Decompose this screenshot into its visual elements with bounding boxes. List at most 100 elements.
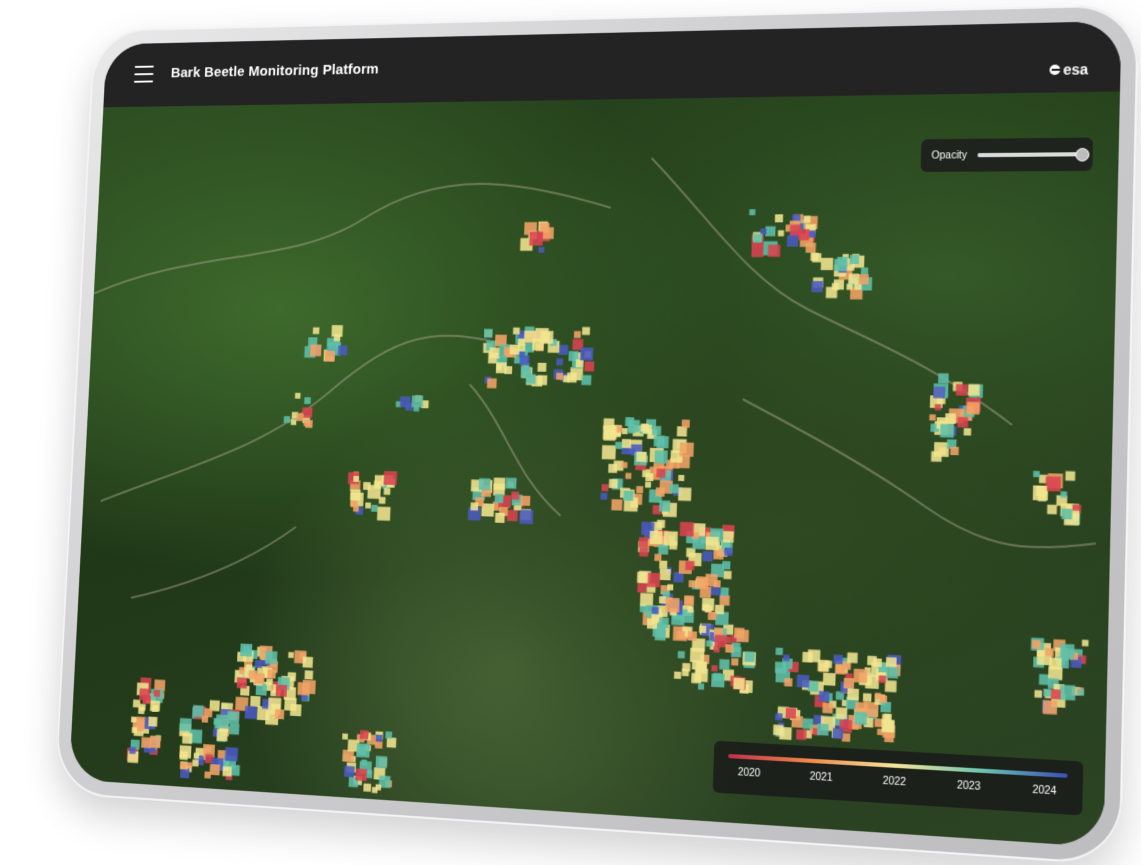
detection-patch: [265, 651, 277, 664]
detection-patch: [603, 425, 617, 439]
detection-patch: [384, 471, 398, 485]
detection-patch: [558, 345, 568, 355]
detection-patch: [324, 351, 335, 362]
detection-patch: [832, 283, 839, 290]
detection-patch: [708, 612, 716, 621]
detection-patch: [784, 678, 792, 687]
detection-patch: [609, 479, 618, 488]
detection-patch: [803, 718, 814, 729]
detection-patch: [699, 626, 706, 633]
detection-patch: [879, 675, 887, 683]
detection-patch: [956, 384, 968, 396]
detection-patch: [582, 327, 590, 335]
detection-patch: [641, 423, 649, 431]
detection-patch: [249, 670, 258, 679]
esa-logo-icon: [1049, 65, 1060, 75]
detection-patch: [753, 234, 762, 243]
detection-patch: [803, 216, 810, 223]
detection-patch: [654, 450, 667, 463]
detection-patch: [1061, 509, 1072, 520]
detection-overlay: [69, 91, 1120, 847]
detection-patch: [968, 384, 980, 396]
detection-patch: [355, 768, 367, 781]
satellite-map[interactable]: [69, 91, 1120, 847]
detection-patch: [556, 358, 563, 365]
detection-patch: [276, 685, 288, 697]
detection-patch: [154, 690, 161, 697]
device-stage: Bark Beetle Monitoring Platform esa Opac…: [0, 0, 1141, 851]
opacity-slider[interactable]: [977, 152, 1082, 157]
detection-patch: [687, 606, 693, 612]
detection-patch: [798, 229, 810, 240]
detection-patch: [296, 413, 304, 421]
detection-patch: [722, 531, 733, 543]
detection-patch: [787, 236, 798, 247]
detection-patch: [665, 598, 679, 613]
detection-patch: [637, 572, 648, 584]
detection-patch: [723, 571, 731, 580]
detection-patch: [484, 329, 493, 338]
detection-patch: [310, 345, 321, 357]
detection-patch: [304, 397, 311, 404]
detection-patch: [621, 462, 627, 468]
detection-patch: [885, 680, 897, 692]
detection-patch: [526, 374, 536, 384]
detection-patch: [608, 464, 617, 473]
detection-patch: [229, 723, 239, 734]
detection-patch: [715, 635, 728, 648]
detection-patch: [934, 442, 949, 457]
detection-patch: [649, 531, 662, 545]
detection-patch: [702, 604, 709, 611]
detection-patch: [773, 725, 784, 736]
detection-patch: [674, 671, 681, 679]
detection-patch: [744, 651, 755, 662]
detection-patch: [150, 700, 160, 711]
detection-patch: [655, 629, 666, 641]
detection-patch: [250, 696, 261, 707]
detection-patch: [711, 665, 717, 671]
detection-patch: [713, 549, 723, 560]
detection-patch: [495, 494, 504, 503]
detection-patch: [822, 703, 833, 714]
detection-patch: [353, 476, 359, 482]
detection-patch: [736, 629, 749, 642]
detection-patch: [950, 447, 959, 456]
detection-patch: [193, 705, 204, 717]
detection-patch: [880, 702, 891, 713]
hamburger-menu-icon[interactable]: [134, 66, 154, 83]
detection-patch: [678, 475, 684, 481]
detection-patch: [601, 484, 608, 491]
opacity-slider-thumb[interactable]: [1075, 148, 1089, 162]
detection-patch: [964, 428, 972, 435]
detection-patch: [470, 502, 478, 510]
detection-patch: [602, 445, 616, 459]
detection-patch: [721, 587, 729, 596]
detection-patch: [833, 655, 843, 665]
detection-patch: [622, 439, 631, 448]
esa-logo-text: esa: [1063, 61, 1088, 78]
detection-patch: [479, 478, 491, 490]
detection-patch: [679, 442, 693, 457]
detection-patch: [802, 652, 813, 663]
detection-patch: [133, 700, 140, 708]
detection-patch: [652, 607, 659, 614]
detection-patch: [685, 561, 694, 571]
detection-patch: [1033, 471, 1040, 477]
detection-patch: [1034, 690, 1042, 698]
detection-patch: [823, 673, 836, 686]
detection-patch: [288, 652, 294, 658]
detection-patch: [640, 593, 653, 607]
detection-patch: [210, 764, 220, 775]
detection-patch: [371, 505, 378, 512]
detection-patch: [519, 351, 525, 357]
detection-patch: [651, 613, 659, 621]
detection-patch: [1032, 640, 1041, 649]
detection-patch: [656, 469, 665, 478]
detection-patch: [180, 762, 187, 769]
detection-patch: [295, 393, 301, 399]
detection-patch: [297, 682, 310, 695]
detection-patch: [131, 717, 137, 723]
detection-patch: [556, 373, 563, 380]
detection-patch: [302, 407, 313, 418]
detection-patch: [776, 648, 783, 656]
